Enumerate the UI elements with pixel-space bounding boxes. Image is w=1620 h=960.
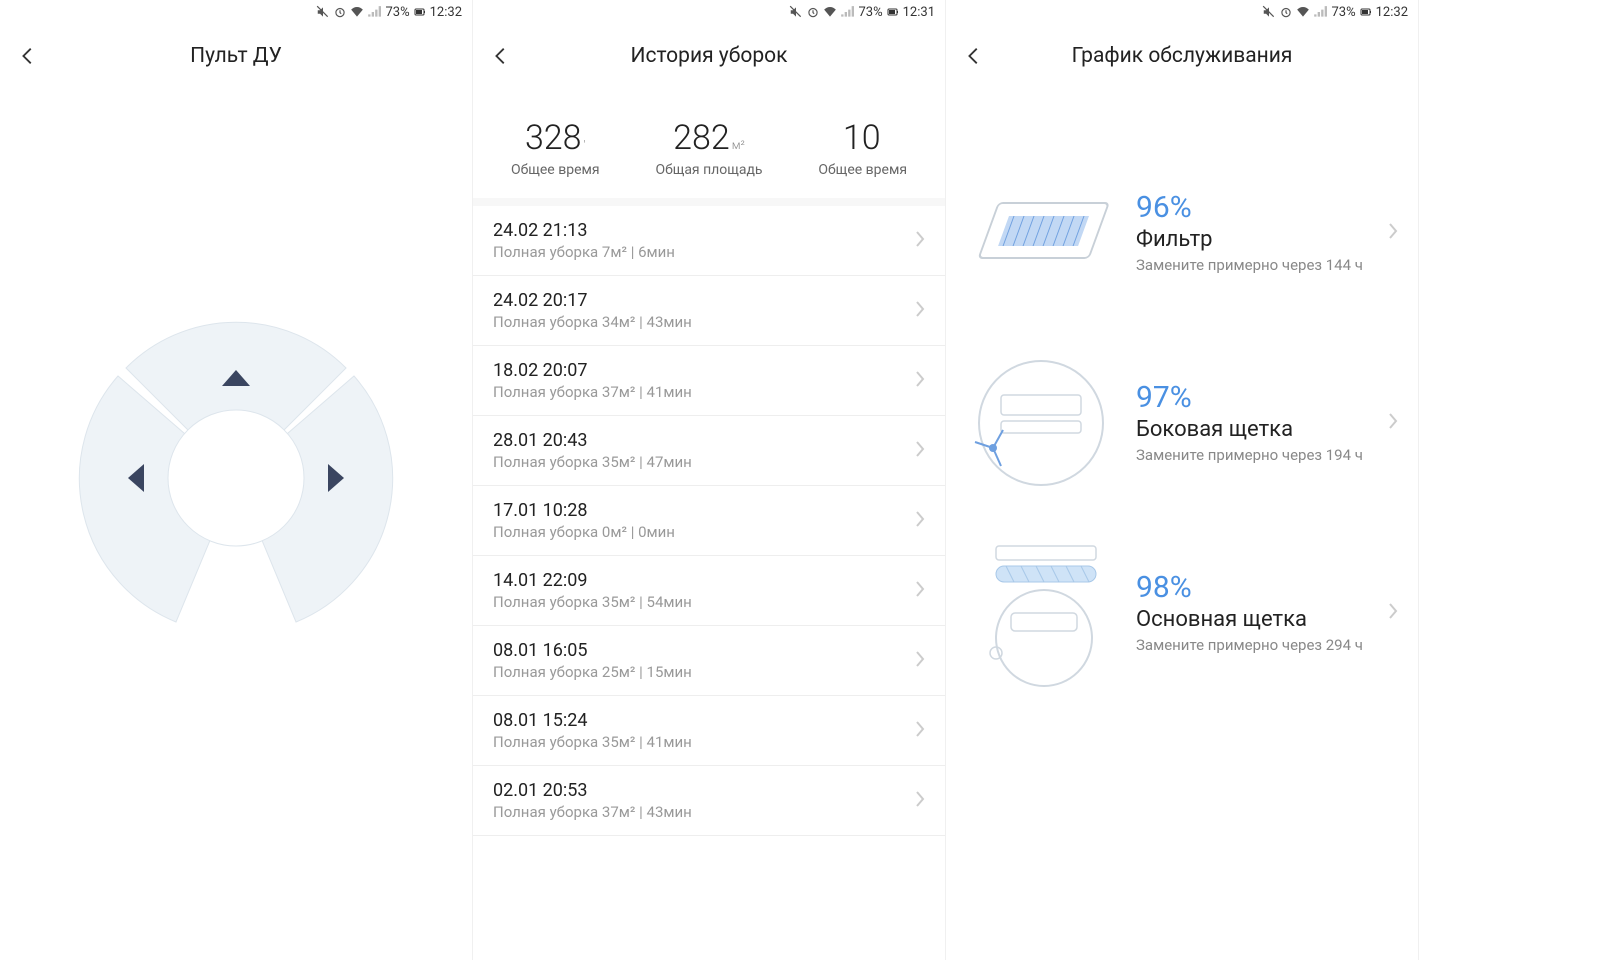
chevron-right-icon xyxy=(915,720,925,742)
maint-name: Боковая щетка xyxy=(1136,417,1368,442)
history-time: 08.01 16:05 xyxy=(493,640,915,661)
signal-icon xyxy=(1313,5,1327,19)
maint-item-filter[interactable]: 96% Фильтр Замените примерно через 144 ч xyxy=(946,138,1418,328)
history-detail: Полная уборка 35м² | 54мин xyxy=(493,593,915,611)
chevron-right-icon xyxy=(915,370,925,392)
maint-hint: Замените примерно через 194 ч xyxy=(1136,446,1368,466)
wifi-icon xyxy=(350,5,364,19)
page-title: График обслуживания xyxy=(946,44,1418,68)
chevron-right-icon xyxy=(915,650,925,672)
battery-icon xyxy=(887,5,899,19)
history-time: 24.02 21:13 xyxy=(493,220,915,241)
maintenance-list: 96% Фильтр Замените примерно через 144 ч xyxy=(946,138,1418,708)
history-detail: Полная уборка 25м² | 15мин xyxy=(493,663,915,681)
screen-history: 73% 12:31 История уборок 328' Общее врем… xyxy=(473,0,946,960)
maint-name: Основная щетка xyxy=(1136,607,1368,632)
back-button[interactable] xyxy=(16,44,40,68)
mute-icon xyxy=(789,5,803,19)
chevron-right-icon xyxy=(915,580,925,602)
history-time: 08.01 15:24 xyxy=(493,710,915,731)
history-detail: Полная уборка 0м² | 0мин xyxy=(493,523,915,541)
filter-icon xyxy=(966,168,1116,298)
header: График обслуживания xyxy=(946,24,1418,88)
history-detail: Полная уборка 7м² | 6мин xyxy=(493,243,915,261)
history-detail: Полная уборка 34м² | 43мин xyxy=(493,313,915,331)
stat-total-time: 328' Общее время xyxy=(511,118,600,178)
stat-total-count: 10 Общее время xyxy=(818,118,907,178)
maint-item-side-brush[interactable]: 97% Боковая щетка Замените примерно чере… xyxy=(946,328,1418,518)
history-time: 24.02 20:17 xyxy=(493,290,915,311)
signal-icon xyxy=(840,5,854,19)
history-row[interactable]: 08.01 15:24 Полная уборка 35м² | 41мин xyxy=(473,696,945,766)
chevron-right-icon xyxy=(1388,412,1398,434)
screen-maintenance: 73% 12:32 График обслуживания xyxy=(946,0,1419,960)
maint-percent: 98% xyxy=(1136,570,1368,605)
history-time: 18.02 20:07 xyxy=(493,360,915,381)
mute-icon xyxy=(316,5,330,19)
clock-text: 12:31 xyxy=(903,5,935,20)
history-row[interactable]: 24.02 20:17 Полная уборка 34м² | 43мин xyxy=(473,276,945,346)
remote-control xyxy=(0,308,472,648)
history-row[interactable]: 28.01 20:43 Полная уборка 35м² | 47мин xyxy=(473,416,945,486)
history-row[interactable]: 02.01 20:53 Полная уборка 37м² | 43мин xyxy=(473,766,945,836)
battery-text: 73% xyxy=(1331,5,1355,20)
maint-percent: 96% xyxy=(1136,190,1368,225)
back-button[interactable] xyxy=(962,44,986,68)
alarm-icon xyxy=(333,5,347,19)
history-list: 24.02 21:13Полная уборка 7м² | 6мин24.02… xyxy=(473,198,945,836)
maint-hint: Замените примерно через 294 ч xyxy=(1136,636,1368,656)
stat-total-area: 282м² Общая площадь xyxy=(655,118,762,178)
history-time: 14.01 22:09 xyxy=(493,570,915,591)
chevron-right-icon xyxy=(915,300,925,322)
alarm-icon xyxy=(806,5,820,19)
chevron-right-icon xyxy=(915,790,925,812)
clock-text: 12:32 xyxy=(430,5,462,20)
maint-name: Фильтр xyxy=(1136,227,1368,252)
signal-icon xyxy=(367,5,381,19)
history-detail: Полная уборка 37м² | 41мин xyxy=(493,383,915,401)
history-detail: Полная уборка 35м² | 41мин xyxy=(493,733,915,751)
history-row[interactable]: 17.01 10:28 Полная уборка 0м² | 0мин xyxy=(473,486,945,556)
alarm-icon xyxy=(1279,5,1293,19)
wifi-icon xyxy=(823,5,837,19)
chevron-right-icon xyxy=(1388,222,1398,244)
wifi-icon xyxy=(1296,5,1310,19)
side-brush-icon xyxy=(966,358,1116,488)
stats-row: 328' Общее время 282м² Общая площадь 10 … xyxy=(473,88,945,198)
status-bar: 73% 12:31 xyxy=(473,0,945,24)
history-row[interactable]: 08.01 16:05 Полная уборка 25м² | 15мин xyxy=(473,626,945,696)
chevron-right-icon xyxy=(915,440,925,462)
history-time: 17.01 10:28 xyxy=(493,500,915,521)
history-row[interactable]: 24.02 21:13 Полная уборка 7м² | 6мин xyxy=(473,206,945,276)
history-row[interactable]: 14.01 22:09 Полная уборка 35м² | 54мин xyxy=(473,556,945,626)
maint-hint: Замените примерно через 144 ч xyxy=(1136,256,1368,276)
battery-icon xyxy=(1360,5,1372,19)
page-title: Пульт ДУ xyxy=(0,44,472,68)
status-bar: 73% 12:32 xyxy=(0,0,472,24)
maint-item-main-brush[interactable]: 98% Основная щетка Замените примерно чер… xyxy=(946,518,1418,708)
history-row[interactable]: 18.02 20:07 Полная уборка 37м² | 41мин xyxy=(473,346,945,416)
main-brush-icon xyxy=(966,548,1116,678)
history-time: 28.01 20:43 xyxy=(493,430,915,451)
history-detail: Полная уборка 35м² | 47мин xyxy=(493,453,915,471)
status-bar: 73% 12:32 xyxy=(946,0,1418,24)
maint-percent: 97% xyxy=(1136,380,1368,415)
screen-remote: 73% 12:32 Пульт ДУ xyxy=(0,0,473,960)
history-time: 02.01 20:53 xyxy=(493,780,915,801)
page-title: История уборок xyxy=(473,44,945,68)
battery-text: 73% xyxy=(385,5,409,20)
battery-text: 73% xyxy=(858,5,882,20)
header: Пульт ДУ xyxy=(0,24,472,88)
history-detail: Полная уборка 37м² | 43мин xyxy=(493,803,915,821)
battery-icon xyxy=(414,5,426,19)
chevron-right-icon xyxy=(915,510,925,532)
back-button[interactable] xyxy=(489,44,513,68)
chevron-right-icon xyxy=(1388,602,1398,624)
header: История уборок xyxy=(473,24,945,88)
clock-text: 12:32 xyxy=(1376,5,1408,20)
chevron-right-icon xyxy=(915,230,925,252)
mute-icon xyxy=(1262,5,1276,19)
